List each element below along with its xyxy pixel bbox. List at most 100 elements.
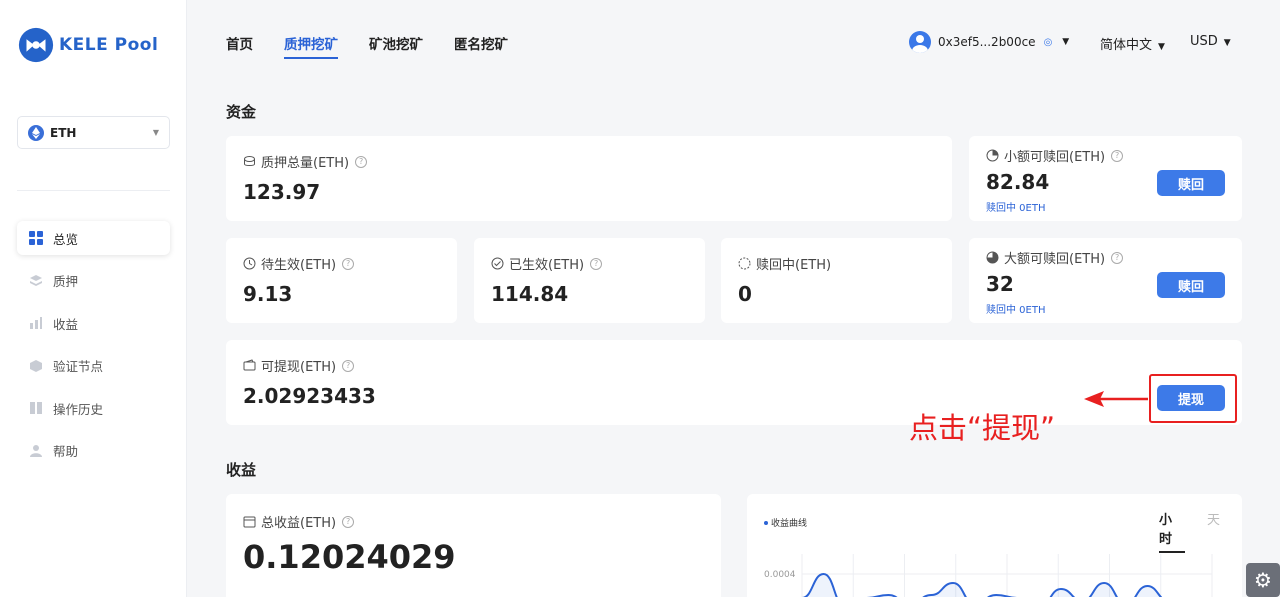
sidebar-item-label: 验证节点 (53, 359, 104, 374)
check-circle-icon (491, 257, 504, 270)
large-redeeming-status: 赎回中 0ETH (986, 305, 1046, 316)
sidebar-item-validators[interactable]: 验证节点 (17, 349, 170, 383)
earnings-chart-card: 收益曲线 小时 天 0.00040.0003 (747, 494, 1242, 597)
small-redeem-button[interactable]: 赎回 (1157, 170, 1225, 196)
small-redeemable-label: 小额可赎回(ETH) (1004, 150, 1106, 165)
card-label: 质押总量(ETH) ? (243, 152, 368, 171)
sidebar-item-label: 收益 (53, 316, 79, 332)
withdrawable-value: 2.02923433 (243, 384, 376, 408)
funds-section-title: 资金 (226, 103, 257, 121)
help-icon[interactable]: ? (355, 155, 368, 168)
topnav-anonymous-mining[interactable]: 匿名挖矿 (454, 33, 508, 59)
chart-legend: 收益曲线 (764, 516, 807, 529)
annotation-arrow-icon (1084, 391, 1148, 407)
total-staked-value: 123.97 (243, 180, 321, 204)
card-label: 小额可赎回(ETH) ? (986, 146, 1124, 165)
caret-down-icon: ▼ (152, 128, 159, 137)
help-icon[interactable]: ? (1111, 251, 1124, 264)
pending-value: 9.13 (243, 282, 293, 306)
caret-down-icon: ▼ (1158, 42, 1165, 52)
chart-tabs: 小时 天 (1159, 509, 1242, 553)
coins-icon (244, 156, 255, 166)
layers-icon (30, 274, 42, 286)
help-icon[interactable]: ? (342, 257, 355, 270)
help-icon[interactable]: ? (1111, 149, 1124, 162)
withdrawable-label: 可提现(ETH) (261, 360, 337, 375)
sidebar-item-overview[interactable]: 总览 (17, 221, 170, 255)
y-tick-label: 0.0004 (764, 570, 796, 580)
card-label: 已生效(ETH) ? (491, 254, 603, 273)
bar-chart-icon (30, 317, 42, 329)
sidebar-item-label: 帮助 (53, 444, 79, 459)
card-label: 总收益(ETH) ? (243, 512, 355, 531)
ethereum-icon (28, 124, 44, 141)
large-redeem-button[interactable]: 赎回 (1157, 272, 1225, 298)
active-stake-card: 已生效(ETH) ? 114.84 (474, 238, 705, 323)
help-icon[interactable]: ? (342, 359, 355, 372)
total-earnings-label: 总收益(ETH) (261, 516, 337, 531)
copy-icon[interactable]: ◎ (1044, 37, 1053, 48)
topnav-home[interactable]: 首页 (226, 33, 253, 59)
history-icon (30, 402, 42, 414)
sidebar-item-label: 操作历史 (53, 401, 104, 417)
topnav-pool-mining[interactable]: 矿池挖矿 (369, 33, 423, 59)
pie-chart-icon (986, 251, 999, 264)
brand-logo[interactable]: KELE Pool (17, 26, 158, 64)
annotation-highlight-box (1149, 374, 1237, 423)
sidebar-item-earnings[interactable]: 收益 (17, 306, 170, 340)
account-menu[interactable]: 0x3ef5...2b00ce ◎ ▼ (909, 31, 1069, 53)
sidebar-nav: 总览 质押 收益 验证节点 操作历史 帮助 (17, 221, 170, 476)
sidebar-divider (17, 190, 170, 191)
currency-label: USD (1190, 34, 1218, 49)
total-earnings-value: 0.12024029 (243, 538, 456, 576)
chart-legend-label: 收益曲线 (771, 519, 808, 529)
redeeming-card: 赎回中(ETH) 0 (721, 238, 952, 323)
card-label: 待生效(ETH) ? (243, 254, 355, 273)
pending-label: 待生效(ETH) (261, 258, 337, 273)
redeeming-value: 0 (738, 282, 752, 306)
cube-icon (30, 359, 42, 372)
wallet-icon (243, 359, 256, 371)
loading-icon (738, 257, 751, 270)
calendar-icon (243, 516, 256, 528)
legend-dot (764, 520, 768, 525)
sidebar-item-label: 质押 (53, 274, 79, 289)
sidebar: KELE Pool ETH ▼ 总览 质押 收益 验证节点 操作历史 帮助 (0, 0, 187, 597)
card-label: 赎回中(ETH) (738, 254, 831, 273)
topnav-staking[interactable]: 质押挖矿 (284, 33, 338, 59)
currency-select[interactable]: USD ▼ (1190, 34, 1231, 49)
pending-card: 待生效(ETH) ? 9.13 (226, 238, 457, 323)
earnings-line-chart: 0.00040.0003 (764, 554, 1213, 597)
caret-down-icon: ▼ (1223, 38, 1231, 48)
user-help-icon (30, 444, 42, 457)
total-staked-label: 质押总量(ETH) (261, 156, 350, 171)
active-stake-value: 114.84 (491, 282, 569, 306)
coin-select[interactable]: ETH ▼ (17, 116, 170, 149)
tab-day[interactable]: 天 (1207, 509, 1220, 553)
small-redeeming-status: 赎回中 0ETH (986, 203, 1046, 214)
brand-name: KELE Pool (59, 35, 159, 55)
sidebar-item-label: 总览 (53, 231, 79, 247)
active-stake-label: 已生效(ETH) (509, 258, 585, 273)
tab-hour[interactable]: 小时 (1159, 509, 1185, 553)
sidebar-item-help[interactable]: 帮助 (17, 434, 170, 468)
earnings-section-title: 收益 (226, 461, 257, 479)
language-select[interactable]: 简体中文 ▼ (1100, 34, 1165, 53)
small-redeemable-value: 82.84 (986, 170, 1050, 194)
help-icon[interactable]: ? (590, 257, 603, 270)
pie-chart-icon (986, 149, 999, 162)
settings-gear-icon[interactable]: ⚙ (1246, 563, 1280, 597)
wallet-address: 0x3ef5...2b00ce (938, 35, 1036, 49)
sidebar-item-history[interactable]: 操作历史 (17, 391, 170, 425)
annotation-text: 点击“提现” (909, 411, 1056, 445)
small-redeemable-card: 小额可赎回(ETH) ? 82.84 赎回中 0ETH 赎回 (969, 136, 1242, 221)
withdrawable-card: 可提现(ETH) ? 2.02923433 提现 (226, 340, 1242, 425)
total-staked-card: 质押总量(ETH) ? 123.97 (226, 136, 952, 221)
dashboard-icon (29, 231, 43, 245)
logo-mark-icon (18, 27, 54, 63)
help-icon[interactable]: ? (342, 515, 355, 528)
top-nav: 首页 质押挖矿 矿池挖矿 匿名挖矿 (226, 33, 539, 59)
large-redeemable-label: 大额可赎回(ETH) (1004, 252, 1106, 267)
redeeming-label: 赎回中(ETH) (756, 258, 832, 273)
sidebar-item-stake[interactable]: 质押 (17, 264, 170, 298)
